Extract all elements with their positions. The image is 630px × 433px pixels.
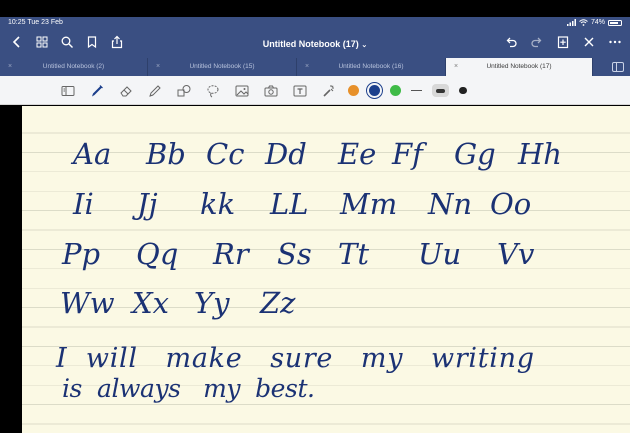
eraser-icon[interactable] (116, 81, 135, 100)
laser-pointer-icon[interactable] (319, 81, 338, 100)
add-page-icon[interactable] (556, 35, 570, 49)
read-mode-icon[interactable] (58, 81, 77, 100)
tab-close-icon[interactable]: × (8, 58, 12, 76)
lasso-icon[interactable] (203, 81, 222, 100)
signal-icon (566, 19, 576, 26)
image-icon[interactable] (232, 81, 251, 100)
undo-icon[interactable] (504, 35, 518, 49)
more-icon[interactable] (608, 35, 622, 49)
tab-untitled-notebook-17[interactable]: × Untitled Notebook (17) (446, 58, 593, 76)
text-box-icon[interactable] (290, 81, 309, 100)
tab-close-icon[interactable]: × (156, 58, 160, 76)
title-chevron[interactable]: ⌄ (361, 42, 367, 49)
tab-label: Untitled Notebook (15) (189, 63, 255, 70)
stroke-medium-option[interactable] (432, 84, 449, 97)
search-icon[interactable] (60, 35, 74, 49)
tab-label: Untitled Notebook (16) (338, 63, 404, 70)
navigation-bar: Untitled Notebook (17) ⌄ (0, 31, 630, 57)
stroke-thin-option[interactable] (411, 89, 422, 92)
drawing-toolbar (0, 76, 630, 105)
tab-close-icon[interactable]: × (305, 58, 309, 76)
tab-untitled-notebook-2[interactable]: × Untitled Notebook (2) (0, 58, 148, 76)
tab-close-icon[interactable]: × (454, 58, 458, 76)
sidebar-toggle-icon[interactable] (612, 62, 624, 72)
camera-icon[interactable] (261, 81, 280, 100)
tab-untitled-notebook-16[interactable]: × Untitled Notebook (16) (297, 58, 446, 76)
color-green-swatch[interactable] (390, 85, 401, 96)
battery-icon (608, 19, 622, 26)
status-bar: 10:25 Tue 23 Feb 74% (0, 17, 630, 30)
tab-label: Untitled Notebook (17) (486, 63, 552, 70)
tab-label: Untitled Notebook (2) (42, 63, 105, 70)
status-indicators: 74% (566, 19, 622, 26)
highlighter-icon[interactable] (145, 81, 164, 100)
ipad-screen: 10:25 Tue 23 Feb 74% Untitled Notebook (… (0, 0, 630, 433)
notebook-page[interactable] (22, 106, 630, 433)
redo-icon[interactable] (530, 35, 544, 49)
document-title[interactable]: Untitled Notebook (17) (263, 39, 359, 49)
stroke-medium-icon (436, 88, 445, 93)
stroke-thick-option[interactable] (459, 87, 467, 94)
tab-untitled-notebook-15[interactable]: × Untitled Notebook (15) (148, 58, 297, 76)
status-time: 10:25 Tue 23 Feb (8, 19, 63, 26)
pen-icon[interactable] (87, 81, 106, 100)
bookmark-icon[interactable] (85, 35, 99, 49)
share-icon[interactable] (110, 35, 124, 49)
shapes-icon[interactable] (174, 81, 193, 100)
color-blue-swatch[interactable] (369, 85, 380, 96)
back-icon[interactable] (10, 35, 24, 49)
wifi-icon (579, 19, 588, 26)
tab-bar: × Untitled Notebook (2) × Untitled Noteb… (0, 58, 630, 76)
grid-view-icon[interactable] (35, 35, 49, 49)
battery-percent: 74% (590, 19, 605, 26)
color-orange-swatch[interactable] (348, 85, 359, 96)
close-icon[interactable] (582, 35, 596, 49)
